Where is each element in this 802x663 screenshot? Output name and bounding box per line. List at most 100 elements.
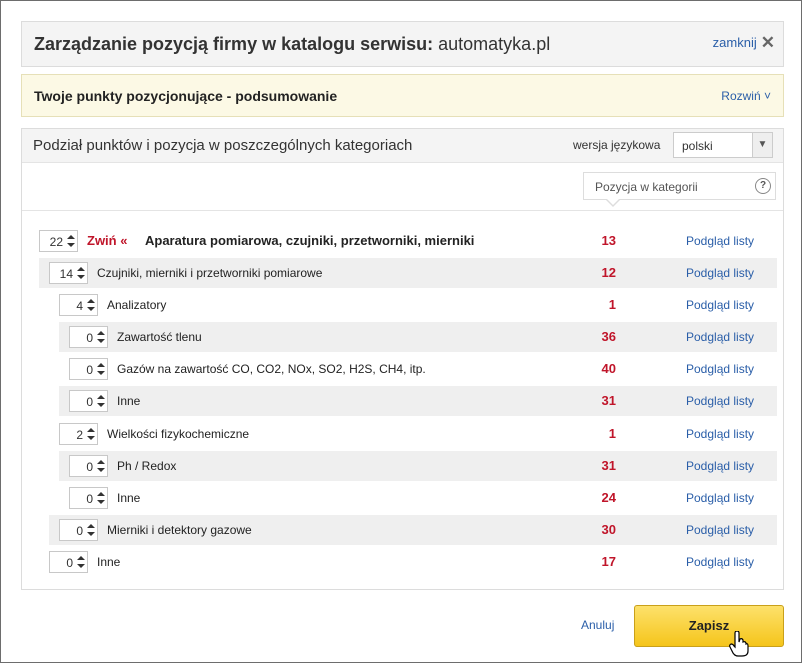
category-name: Inne bbox=[117, 394, 141, 408]
points-stepper[interactable]: 0 bbox=[69, 326, 108, 348]
preview-list-link[interactable]: Podgląd listy bbox=[686, 362, 754, 376]
stepper-arrows[interactable] bbox=[85, 425, 96, 443]
points-value[interactable]: 0 bbox=[86, 460, 93, 474]
panel-header: Podział punktów i pozycja w poszczególny… bbox=[22, 129, 783, 163]
points-value[interactable]: 0 bbox=[86, 395, 93, 409]
expand-button[interactable]: Rozwiń ˅ bbox=[721, 89, 771, 103]
arrow-up-icon[interactable] bbox=[77, 556, 85, 560]
points-stepper[interactable]: 14 bbox=[49, 262, 88, 284]
language-select[interactable]: polski ▼ bbox=[673, 132, 773, 158]
preview-list-link[interactable]: Podgląd listy bbox=[686, 394, 754, 408]
category-name: Analizatory bbox=[107, 298, 167, 312]
preview-list-link[interactable]: Podgląd listy bbox=[686, 234, 754, 248]
arrow-down-icon[interactable] bbox=[97, 468, 105, 472]
stepper-arrows[interactable] bbox=[95, 328, 106, 346]
points-stepper[interactable]: 4 bbox=[59, 294, 98, 316]
position-header-label: Pozycja w kategorii bbox=[595, 180, 698, 194]
position-value: 13 bbox=[601, 233, 616, 248]
hand-cursor-icon bbox=[729, 631, 749, 657]
points-value[interactable]: 0 bbox=[76, 524, 83, 538]
expand-label[interactable]: Rozwiń bbox=[721, 89, 760, 103]
points-value[interactable]: 2 bbox=[76, 428, 83, 442]
chevron-down-icon[interactable]: ˅ bbox=[764, 89, 771, 103]
category-row: 0 Mierniki i detektory gazowe 30 Podgląd li… bbox=[49, 515, 777, 545]
points-stepper[interactable]: 0 bbox=[69, 455, 108, 477]
points-stepper[interactable]: 0 bbox=[69, 487, 108, 509]
points-value[interactable]: 4 bbox=[76, 299, 83, 313]
save-button[interactable]: Zapisz bbox=[634, 605, 784, 647]
preview-list-link[interactable]: Podgląd listy bbox=[686, 330, 754, 344]
arrow-down-icon[interactable] bbox=[97, 500, 105, 504]
stepper-arrows[interactable] bbox=[75, 264, 86, 282]
category-name: Czujniki, mierniki i przetworniki pomiar… bbox=[97, 266, 323, 280]
points-stepper[interactable]: 0 bbox=[49, 551, 88, 573]
points-value[interactable]: 22 bbox=[50, 235, 63, 249]
language-label: wersja językowa bbox=[573, 138, 661, 152]
arrow-down-icon[interactable] bbox=[97, 371, 105, 375]
points-value[interactable]: 14 bbox=[60, 267, 73, 281]
arrow-up-icon[interactable] bbox=[97, 460, 105, 464]
points-value[interactable]: 0 bbox=[86, 363, 93, 377]
preview-list-link[interactable]: Podgląd listy bbox=[686, 555, 754, 569]
arrow-down-icon[interactable] bbox=[87, 436, 95, 440]
arrow-up-icon[interactable] bbox=[87, 299, 95, 303]
arrow-up-icon[interactable] bbox=[97, 492, 105, 496]
points-stepper[interactable]: 2 bbox=[59, 423, 98, 445]
stepper-arrows[interactable] bbox=[95, 489, 106, 507]
position-value: 36 bbox=[601, 329, 616, 344]
title-host: automatyka.pl bbox=[438, 34, 551, 54]
modal-title: Zarządzanie pozycją firmy w katalogu ser… bbox=[34, 34, 550, 55]
category-row: 0 Inne 17 Podgląd listy bbox=[39, 547, 777, 577]
chevron-down-icon[interactable]: ▼ bbox=[752, 133, 772, 157]
stepper-arrows[interactable] bbox=[95, 392, 106, 410]
close-button[interactable]: zamknij ✕ bbox=[713, 34, 775, 51]
position-value: 24 bbox=[601, 490, 616, 505]
arrow-down-icon[interactable] bbox=[67, 243, 75, 247]
category-row: 4 Analizatory 1 Podgląd listy bbox=[49, 290, 777, 320]
preview-list-link[interactable]: Podgląd listy bbox=[686, 266, 754, 280]
arrow-up-icon[interactable] bbox=[77, 267, 85, 271]
preview-list-link[interactable]: Podgląd listy bbox=[686, 459, 754, 473]
stepper-arrows[interactable] bbox=[75, 553, 86, 571]
position-value: 1 bbox=[608, 426, 616, 441]
arrow-up-icon[interactable] bbox=[97, 331, 105, 335]
stepper-arrows[interactable] bbox=[95, 360, 106, 378]
close-label[interactable]: zamknij bbox=[713, 35, 757, 50]
modal-header: Zarządzanie pozycją firmy w katalogu ser… bbox=[21, 21, 784, 67]
arrow-up-icon[interactable] bbox=[67, 235, 75, 239]
category-name: Aparatura pomiarowa, czujniki, przetworn… bbox=[145, 233, 475, 248]
arrow-up-icon[interactable] bbox=[97, 395, 105, 399]
help-icon[interactable]: ? bbox=[755, 178, 771, 194]
points-stepper[interactable]: 22 bbox=[39, 230, 78, 252]
close-icon[interactable]: ✕ bbox=[761, 34, 775, 51]
preview-list-link[interactable]: Podgląd listy bbox=[686, 427, 754, 441]
arrow-up-icon[interactable] bbox=[87, 524, 95, 528]
preview-list-link[interactable]: Podgląd listy bbox=[686, 298, 754, 312]
position-value: 12 bbox=[601, 265, 616, 280]
arrow-down-icon[interactable] bbox=[87, 532, 95, 536]
points-value[interactable]: 0 bbox=[86, 331, 93, 345]
category-name: Gazów na zawartość CO, CO2, NOx, SO2, H2… bbox=[117, 362, 426, 376]
stepper-arrows[interactable] bbox=[85, 296, 96, 314]
points-stepper[interactable]: 0 bbox=[69, 390, 108, 412]
arrow-up-icon[interactable] bbox=[87, 428, 95, 432]
preview-list-link[interactable]: Podgląd listy bbox=[686, 523, 754, 537]
arrow-down-icon[interactable] bbox=[77, 275, 85, 279]
category-row: 0 Zawartość tlenu 36 Podgląd listy bbox=[59, 322, 777, 352]
cancel-button[interactable]: Anuluj bbox=[581, 618, 614, 632]
language-value[interactable]: polski bbox=[682, 139, 713, 153]
collapse-button[interactable]: Zwiń « bbox=[87, 233, 127, 248]
stepper-arrows[interactable] bbox=[65, 232, 76, 250]
arrow-down-icon[interactable] bbox=[97, 403, 105, 407]
points-stepper[interactable]: 0 bbox=[69, 358, 108, 380]
arrow-down-icon[interactable] bbox=[97, 339, 105, 343]
preview-list-link[interactable]: Podgląd listy bbox=[686, 491, 754, 505]
points-value[interactable]: 0 bbox=[86, 492, 93, 506]
points-stepper[interactable]: 0 bbox=[59, 519, 98, 541]
stepper-arrows[interactable] bbox=[95, 457, 106, 475]
arrow-down-icon[interactable] bbox=[77, 564, 85, 568]
stepper-arrows[interactable] bbox=[85, 521, 96, 539]
arrow-down-icon[interactable] bbox=[87, 307, 95, 311]
points-value[interactable]: 0 bbox=[66, 556, 73, 570]
arrow-up-icon[interactable] bbox=[97, 363, 105, 367]
